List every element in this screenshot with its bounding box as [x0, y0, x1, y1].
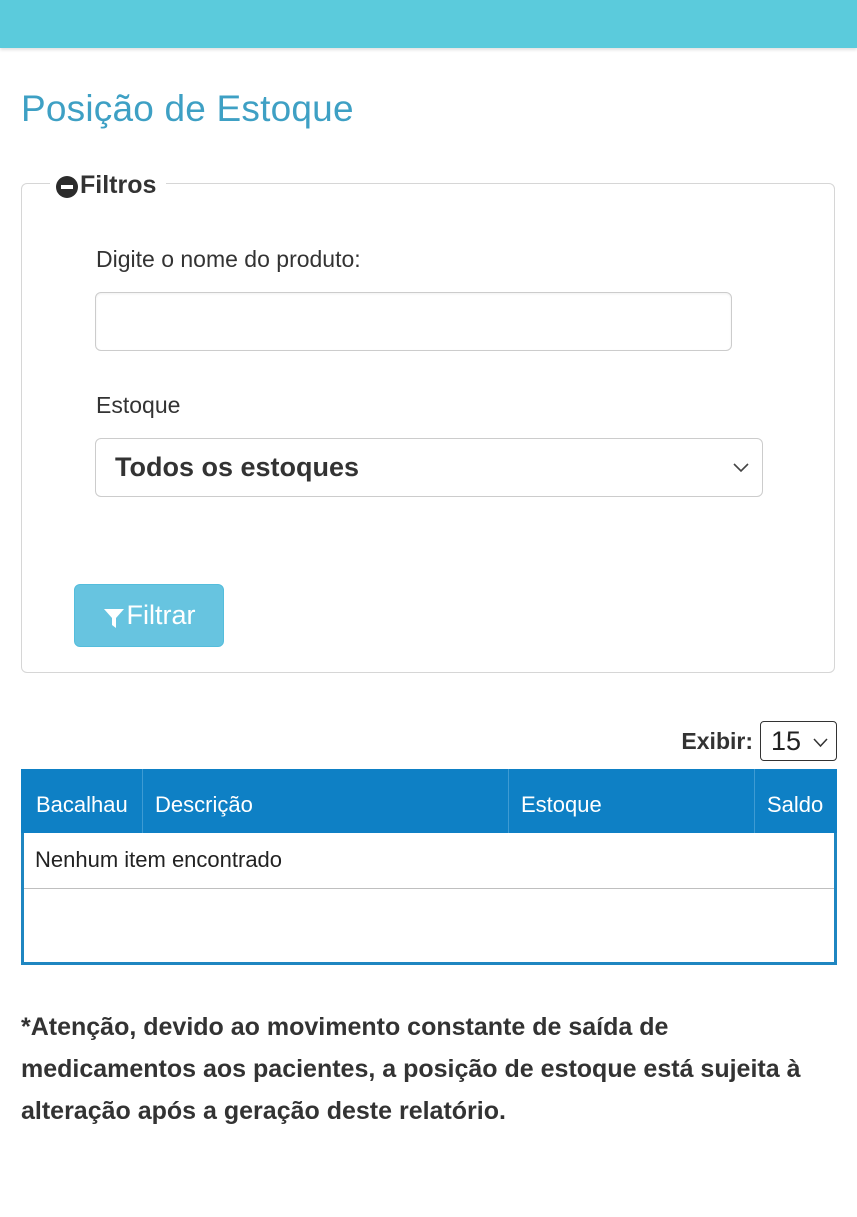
column-header-descricao[interactable]: Descrição — [142, 769, 508, 833]
filters-legend-label: Filtros — [80, 170, 157, 199]
product-name-label: Digite o nome do produto: — [96, 246, 361, 272]
stock-select[interactable]: Todos os estoques — [95, 438, 763, 497]
stock-select-value: Todos os estoques — [115, 452, 360, 482]
chevron-down-icon — [813, 738, 828, 748]
column-header-bacalhau[interactable]: Bacalhau — [24, 769, 142, 833]
page-size-select[interactable]: 15 — [760, 721, 837, 761]
empty-table-message: Nenhum item encontrado — [35, 847, 283, 872]
funnel-icon — [103, 608, 124, 628]
minus-circle-icon[interactable] — [56, 176, 78, 198]
page-size-label: Exibir: — [681, 727, 753, 754]
stock-notice: *Atenção, devido ao movimento constante … — [21, 1013, 801, 1125]
table-row: Nenhum item encontrado — [24, 833, 834, 889]
column-header-estoque[interactable]: Estoque — [508, 769, 754, 833]
page-size-value: 15 — [771, 726, 802, 756]
filters-legend[interactable]: Filtros — [50, 168, 167, 202]
page-size-control: Exibir: 15 — [681, 721, 837, 761]
column-header-saldo[interactable]: Saldo — [754, 769, 837, 833]
chevron-down-icon — [733, 463, 749, 473]
stock-label: Estoque — [96, 392, 181, 418]
top-app-bar — [0, 0, 857, 48]
stock-table: Bacalhau Descrição Estoque Saldo Nenhum … — [21, 769, 837, 965]
product-name-input[interactable] — [95, 292, 732, 351]
table-header: Bacalhau Descrição Estoque Saldo — [21, 769, 837, 833]
filter-button[interactable]: Filtrar — [74, 584, 224, 647]
page-title: Posição de Estoque — [21, 88, 354, 129]
filter-button-label: Filtrar — [126, 600, 196, 630]
